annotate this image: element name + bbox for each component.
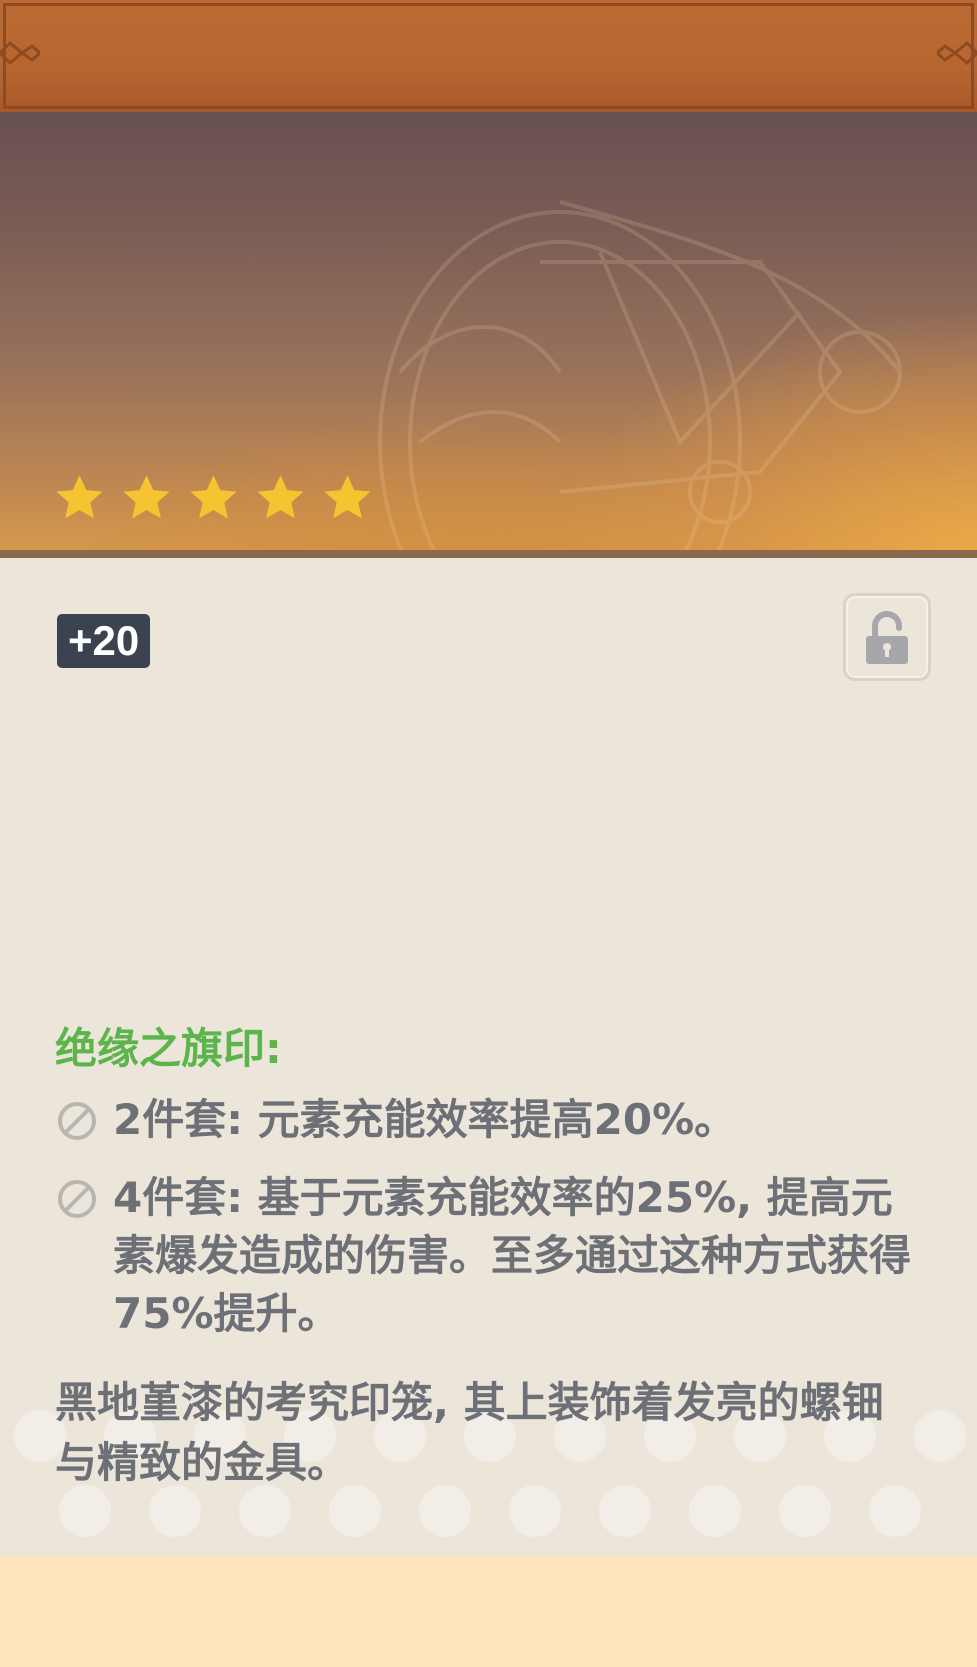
artifact-description: 黑地堇漆的考究印笼, 其上装饰着发亮的螺钿与精致的金具。 — [55, 1378, 884, 1487]
set-effect-4-piece: 4件套: 基于元素充能效率的25%, 提高元素爆发造成的伤害。至多通过这种方式获… — [55, 1169, 925, 1343]
level-badge: +20 — [57, 614, 151, 668]
footer-strip — [0, 1556, 977, 1667]
set-effect-text: 4件套: 基于元素充能效率的25%, 提高元素爆发造成的伤害。至多通过这种方式获… — [113, 1173, 912, 1338]
star-icon — [257, 475, 304, 519]
disabled-circle-icon — [58, 1102, 96, 1140]
star-icon — [190, 475, 237, 519]
star-icon — [56, 475, 103, 519]
banner-divider — [0, 550, 977, 558]
artifact-banner — [0, 112, 977, 558]
set-effect-2-piece: 2件套: 元素充能效率提高20%。 — [55, 1091, 925, 1149]
star-icon — [324, 475, 371, 519]
corner-ornament-right-icon — [937, 40, 977, 66]
artifact-details: +20 绝缘之旗印: 2件套: 元素充能效率提高20%。 4件套: 基于元素充能… — [0, 558, 977, 1556]
artifact-card: +20 绝缘之旗印: 2件套: 元素充能效率提高20%。 4件套: 基于元素充能… — [0, 0, 977, 1667]
rarity-stars — [53, 472, 374, 525]
lock-toggle-button[interactable] — [843, 593, 931, 681]
title-bar — [0, 0, 977, 112]
title-bar-frame — [3, 3, 974, 109]
unlocked-padlock-icon — [866, 611, 908, 664]
set-name: 绝缘之旗印: — [55, 1024, 282, 1073]
set-effect-text: 2件套: 元素充能效率提高20%。 — [113, 1095, 737, 1144]
star-icon — [123, 475, 170, 519]
disabled-circle-icon — [58, 1180, 96, 1218]
corner-ornament-left-icon — [0, 40, 40, 66]
